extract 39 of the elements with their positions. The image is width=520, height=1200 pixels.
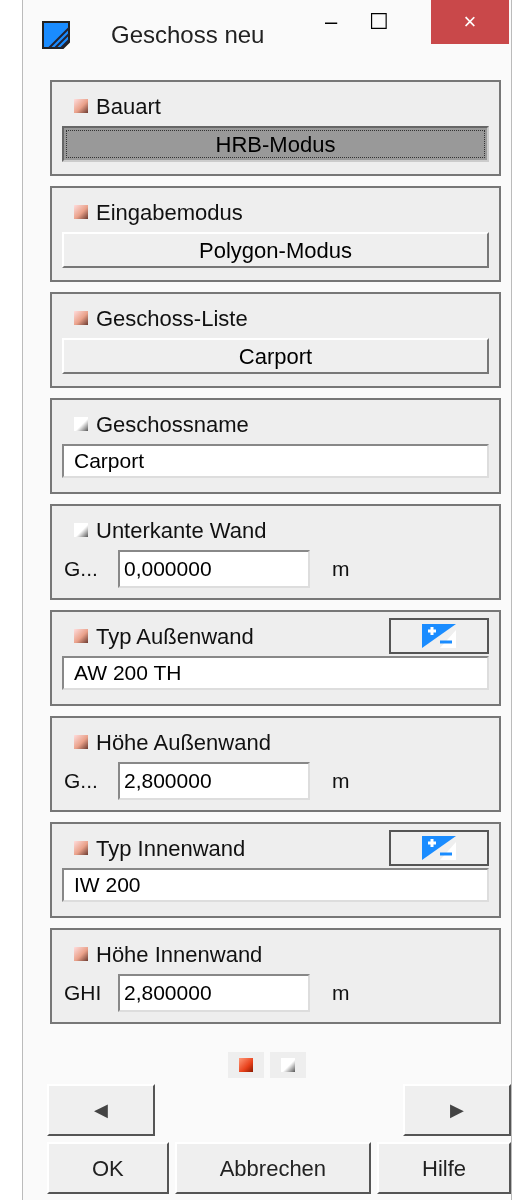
add-remove-icon (422, 624, 456, 648)
field-prefix: G... (63, 556, 99, 583)
group-label: Eingabemodus (96, 198, 243, 227)
next-button[interactable]: ▶ (403, 1084, 511, 1136)
ok-button[interactable]: OK (47, 1142, 169, 1194)
text-field[interactable]: AW 200 TH (62, 656, 489, 690)
window-title: Geschoss neu (111, 20, 265, 50)
help-button[interactable]: Hilfe (377, 1142, 511, 1194)
close-button[interactable]: × (431, 0, 509, 44)
add-remove-button[interactable] (389, 618, 489, 654)
group-label: Typ Innenwand (96, 834, 246, 863)
unit-label: m (332, 980, 350, 1007)
minimize-button[interactable]: – (311, 0, 351, 44)
number-field[interactable]: 2,800000 (118, 974, 310, 1012)
previous-button[interactable]: ◀ (47, 1084, 155, 1136)
group-label: Höhe Außenwand (96, 728, 271, 757)
cancel-button[interactable]: Abbrechen (174, 1142, 372, 1194)
maximize-button[interactable]: ☐ (359, 0, 399, 44)
option-button[interactable]: Carport (62, 338, 489, 374)
group-label: Typ Außenwand (96, 622, 254, 651)
field-prefix: G... (63, 768, 99, 795)
option-button[interactable]: Polygon-Modus (62, 232, 489, 268)
group-label: Höhe Innenwand (96, 940, 263, 969)
app-icon (41, 20, 71, 50)
page-button[interactable] (228, 1052, 264, 1078)
group-label: Bauart (96, 92, 161, 121)
option-button[interactable]: HRB-Modus (62, 126, 489, 162)
text-field[interactable]: IW 200 (62, 868, 489, 902)
group-label: Geschossname (96, 410, 249, 439)
unit-label: m (332, 556, 350, 583)
group-label: Unterkante Wand (96, 516, 267, 545)
text-field[interactable]: Carport (62, 444, 489, 478)
number-field[interactable]: 0,000000 (118, 550, 310, 588)
number-field[interactable]: 2,800000 (118, 762, 310, 800)
unit-label: m (332, 768, 350, 795)
add-remove-icon (422, 836, 456, 860)
field-prefix: GHI (63, 980, 103, 1007)
group-label: Geschoss-Liste (96, 304, 248, 333)
add-remove-button[interactable] (389, 830, 489, 866)
